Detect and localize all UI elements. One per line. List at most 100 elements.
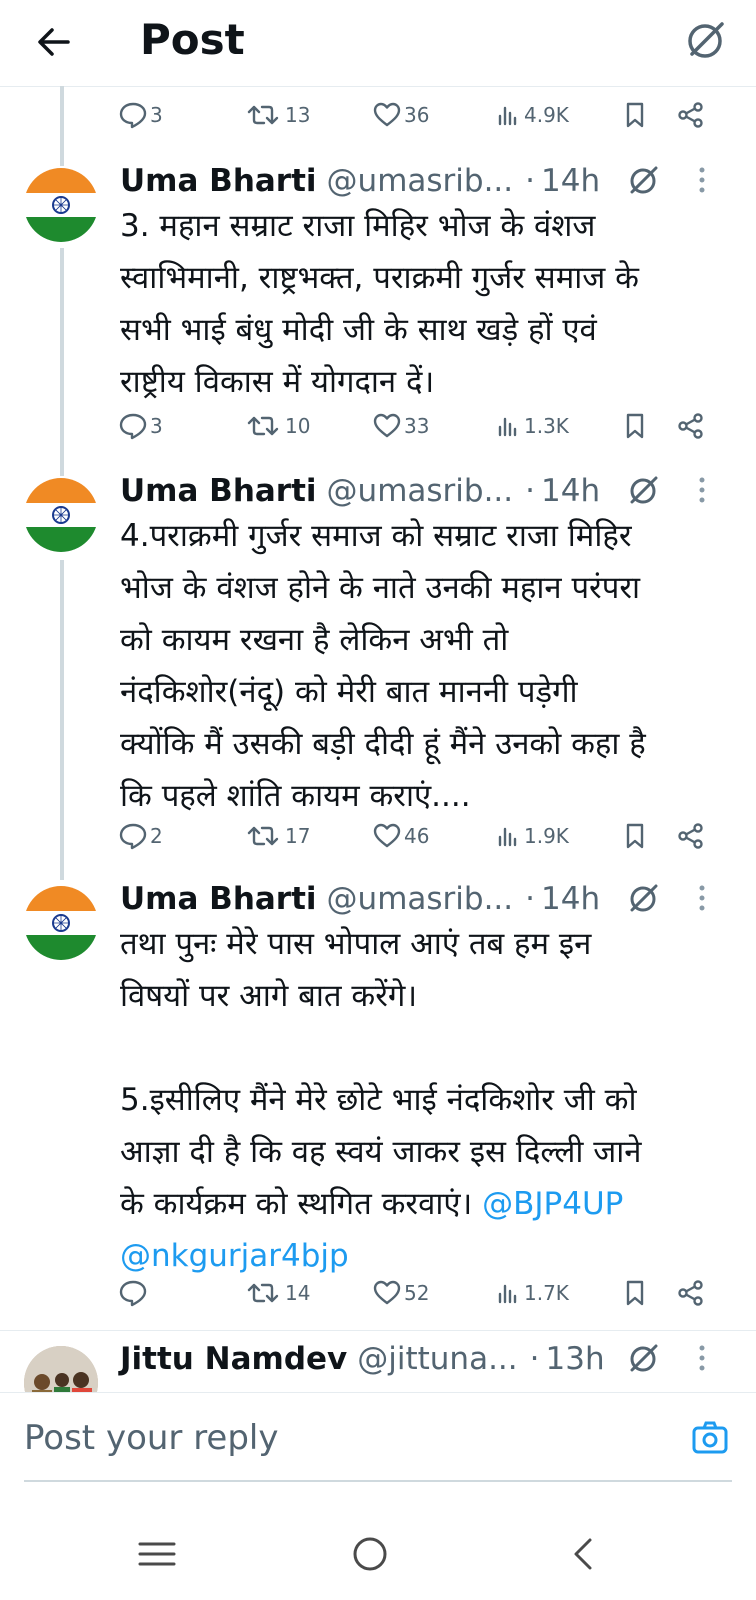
- author-name[interactable]: Uma Bharti: [120, 473, 317, 509]
- chevron-left-icon[interactable]: [554, 1525, 614, 1585]
- grok-icon[interactable]: [684, 18, 728, 62]
- menu-icon[interactable]: [128, 1525, 188, 1585]
- arrow-left-icon[interactable]: [30, 18, 78, 66]
- reposts-count: 14: [285, 1281, 311, 1305]
- camera-icon[interactable]: [690, 1418, 730, 1462]
- top-bar: Post: [0, 0, 756, 87]
- replies-count: 3: [150, 414, 163, 438]
- replies-count: 2: [150, 824, 163, 848]
- repost-icon: [243, 1278, 283, 1308]
- heart-icon: [372, 411, 402, 441]
- tweet-line: को कायम रखना है लेकिन अभी तो: [120, 622, 509, 658]
- system-nav-bar: [0, 1505, 756, 1600]
- more-options-icon[interactable]: [692, 162, 712, 202]
- author-handle[interactable]: @umasrib...: [327, 881, 514, 917]
- repost-button[interactable]: 13: [243, 95, 310, 135]
- author-name[interactable]: Uma Bharti: [120, 163, 317, 199]
- share-icon: [676, 100, 706, 130]
- bookmark-button[interactable]: [620, 406, 650, 446]
- likes-count: 36: [404, 103, 430, 127]
- bookmark-icon: [620, 821, 650, 851]
- tweet-line-text: के कार्यक्रम को स्थगित करवाएं।: [120, 1186, 473, 1222]
- share-icon: [676, 411, 706, 441]
- reply-button[interactable]: 2: [118, 816, 163, 856]
- repost-button[interactable]: 10: [243, 406, 310, 446]
- tweet-line: स्वाभिमानी, राष्ट्रभक्त, पराक्रमी गुर्जर…: [120, 260, 639, 296]
- grok-icon[interactable]: [626, 880, 662, 920]
- share-button[interactable]: [676, 406, 706, 446]
- separator-dot: ·: [525, 163, 535, 199]
- action-row: 3 13 36 4.9K: [0, 95, 756, 135]
- author-handle[interactable]: @umasrib...: [327, 473, 514, 509]
- tweet-line: 5.इसीलिए मैंने मेरे छोटे भाई नंदकिशोर जी…: [120, 1082, 637, 1118]
- circle-home-icon[interactable]: [340, 1525, 400, 1585]
- author-name[interactable]: Jittu Namdev: [120, 1341, 347, 1377]
- tweet-line: सभी भाई बंधु मोदी जी के साथ खड़े हों एवं: [120, 312, 597, 348]
- avatar[interactable]: [24, 886, 98, 960]
- views-button[interactable]: 1.9K: [496, 816, 569, 856]
- action-row: 2 17 46 1.9K: [0, 816, 756, 856]
- share-button[interactable]: [676, 816, 706, 856]
- grok-icon[interactable]: [626, 472, 662, 512]
- tweet-line: विषयों पर आगे बात करेंगे।: [120, 978, 418, 1014]
- share-icon: [676, 1278, 706, 1308]
- views-count: 1.9K: [524, 824, 569, 848]
- author-handle[interactable]: @jittuna...: [357, 1341, 517, 1377]
- timestamp[interactable]: 14h: [541, 473, 600, 509]
- tweet-text: 4.पराक्रमी गुर्जर समाज को सम्राट राजा मि…: [120, 510, 720, 822]
- tweet-text: तथा पुनः मेरे पास भोपाल आएं तब हम इन विष…: [120, 918, 720, 1282]
- like-button[interactable]: 36: [372, 95, 429, 135]
- views-count: 1.3K: [524, 414, 569, 438]
- reply-button[interactable]: 3: [118, 95, 163, 135]
- grok-icon[interactable]: [626, 162, 662, 202]
- tweet-line: आज्ञा दी है कि वह स्वयं जाकर इस दिल्ली ज…: [120, 1134, 642, 1170]
- repost-button[interactable]: 17: [243, 816, 310, 856]
- avatar[interactable]: [24, 168, 98, 242]
- share-button[interactable]: [676, 95, 706, 135]
- tweet-line: क्योंकि मैं उसकी बड़ी दीदी हूं मैंने उनक…: [120, 726, 646, 762]
- more-options-icon[interactable]: [692, 1340, 712, 1380]
- timestamp[interactable]: 13h: [546, 1341, 605, 1377]
- avatar[interactable]: [24, 1346, 98, 1392]
- bookmark-icon: [620, 100, 650, 130]
- grok-icon[interactable]: [626, 1340, 662, 1380]
- timestamp[interactable]: 14h: [541, 163, 600, 199]
- tweet[interactable]: Jittu Namdev @jittuna... · 13h: [0, 1336, 756, 1392]
- tweet-line: @nkgurjar4bjp: [120, 1230, 720, 1282]
- tweet-line: 3. महान सम्राट राजा मिहिर भोज के वंशज: [120, 208, 596, 244]
- reply-input[interactable]: Post your reply: [24, 1418, 279, 1458]
- likes-count: 52: [404, 1281, 430, 1305]
- timestamp[interactable]: 14h: [541, 881, 600, 917]
- views-button[interactable]: 1.3K: [496, 406, 569, 446]
- replies-count: 3: [150, 103, 163, 127]
- views-chart-icon: [496, 1278, 522, 1308]
- tweet-line: [120, 1022, 720, 1074]
- tweet-line: तथा पुनः मेरे पास भोपाल आएं तब हम इन: [120, 926, 592, 962]
- author-name[interactable]: Uma Bharti: [120, 881, 317, 917]
- mention-link[interactable]: @nkgurjar4bjp: [120, 1238, 349, 1274]
- page-title: Post: [140, 15, 245, 64]
- views-chart-icon: [496, 821, 522, 851]
- tweet-text: 3. महान सम्राट राजा मिहिर भोज के वंशज स्…: [120, 200, 720, 408]
- author-handle[interactable]: @umasrib...: [327, 163, 514, 199]
- reposts-count: 10: [285, 414, 311, 438]
- avatar[interactable]: [24, 478, 98, 552]
- bookmark-button[interactable]: [620, 95, 650, 135]
- more-options-icon[interactable]: [692, 472, 712, 512]
- bookmark-button[interactable]: [620, 816, 650, 856]
- repost-icon: [243, 411, 283, 441]
- mention-link[interactable]: @BJP4UP: [482, 1186, 623, 1222]
- repost-icon: [243, 100, 283, 130]
- reply-underline: [24, 1480, 732, 1482]
- reposts-count: 13: [285, 103, 311, 127]
- reply-icon: [118, 1278, 148, 1308]
- action-row: 3 10 33 1.3K: [0, 406, 756, 446]
- reply-button[interactable]: 3: [118, 406, 163, 446]
- views-button[interactable]: 4.9K: [496, 95, 569, 135]
- like-button[interactable]: 46: [372, 816, 429, 856]
- bookmark-icon: [620, 411, 650, 441]
- likes-count: 46: [404, 824, 430, 848]
- views-chart-icon: [496, 100, 522, 130]
- more-options-icon[interactable]: [692, 880, 712, 920]
- like-button[interactable]: 33: [372, 406, 429, 446]
